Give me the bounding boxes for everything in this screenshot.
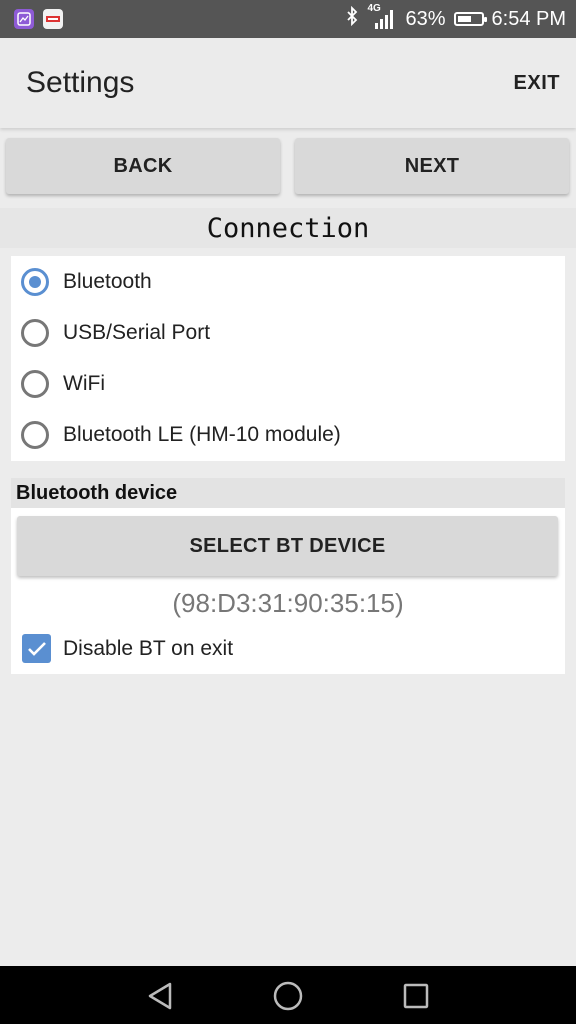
radio-button[interactable] <box>21 268 49 296</box>
radio-button[interactable] <box>21 421 49 449</box>
gallery-app-icon <box>14 9 34 29</box>
battery-percent: 63% <box>405 7 446 30</box>
radio-option-wifi[interactable]: WiFi <box>21 364 105 404</box>
checkbox-checked-icon[interactable] <box>22 634 51 663</box>
radio-label: Bluetooth LE (HM-10 module) <box>63 423 341 446</box>
battery-icon <box>453 12 487 26</box>
signal-icon: 4G <box>367 3 397 31</box>
status-icons: 4G 63% 6:54 PM <box>345 0 566 38</box>
radio-button[interactable] <box>21 319 49 347</box>
bt-device-address: (98:D3:31:90:35:15) <box>172 588 404 618</box>
back-triangle-icon[interactable] <box>142 978 178 1014</box>
back-button[interactable]: BACK <box>6 138 280 194</box>
page-title: Settings <box>26 66 135 99</box>
exit-button[interactable]: EXIT <box>514 72 560 95</box>
radio-option-usb-serial[interactable]: USB/Serial Port <box>21 313 210 353</box>
disable-bt-on-exit-row[interactable]: Disable BT on exit <box>22 634 233 663</box>
recents-square-icon[interactable] <box>398 978 434 1014</box>
home-circle-icon[interactable] <box>270 978 306 1014</box>
radio-button[interactable] <box>21 370 49 398</box>
app-icon <box>43 9 63 29</box>
radio-label: Bluetooth <box>63 270 152 293</box>
connection-options: Bluetooth USB/Serial Port WiFi Bluetooth… <box>11 256 565 461</box>
status-bar: 4G 63% 6:54 PM <box>0 0 576 38</box>
next-button[interactable]: NEXT <box>295 138 569 194</box>
radio-option-bluetooth[interactable]: Bluetooth <box>21 262 152 302</box>
action-bar: Settings EXIT <box>0 38 576 128</box>
connection-header: Connection <box>0 208 576 248</box>
checkbox-label: Disable BT on exit <box>63 636 234 660</box>
clock: 6:54 PM <box>491 7 566 30</box>
select-bt-device-button[interactable]: SELECT BT DEVICE <box>17 516 558 576</box>
system-nav-bar <box>0 966 576 1024</box>
bluetooth-icon <box>345 5 359 32</box>
radio-label: USB/Serial Port <box>63 321 211 344</box>
radio-label: WiFi <box>63 372 105 395</box>
notification-icons <box>14 9 63 29</box>
radio-option-bluetooth-le[interactable]: Bluetooth LE (HM-10 module) <box>21 415 341 455</box>
bluetooth-section-header: Bluetooth device <box>11 478 565 508</box>
